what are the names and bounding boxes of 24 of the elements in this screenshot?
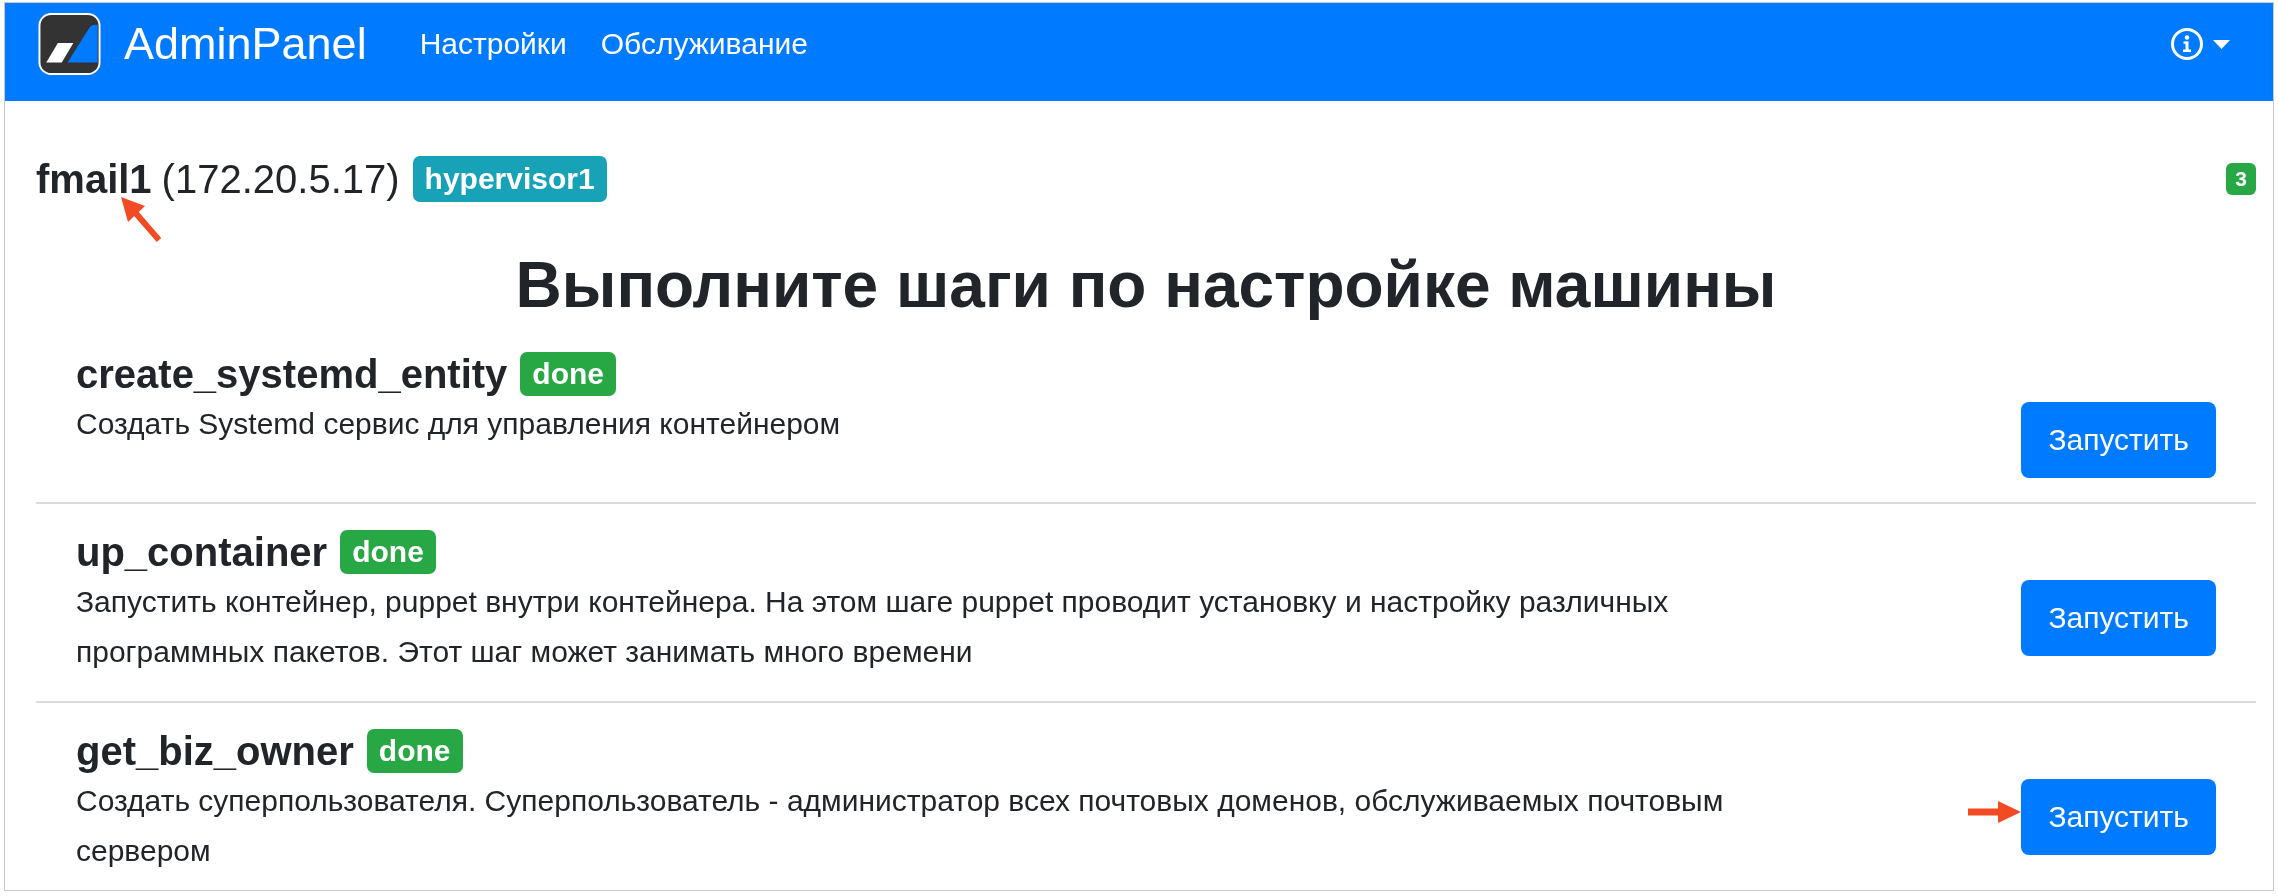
brand-link[interactable]: AdminPanel xyxy=(124,17,367,71)
count-badge: 3 xyxy=(2226,163,2256,195)
host-address: (172.20.5.17) xyxy=(161,159,400,199)
run-button[interactable]: Запустить xyxy=(2021,778,2216,855)
status-badge: done xyxy=(366,728,463,773)
logo-icon xyxy=(38,13,101,75)
step-description: Создать Systemd сервис для управления контейнером xyxy=(76,405,841,442)
run-button[interactable]: Запустить xyxy=(2021,579,2216,656)
step-description: Запустить контейнер, puppet внутри контейнера. На этом шаге puppet проводит установку и настройку различных программных пакетов. Этот шаг может занимать много времени xyxy=(76,583,1670,670)
step-title: create_systemd_entity xyxy=(76,350,508,398)
info-icon xyxy=(2171,28,2203,60)
status-badge: done xyxy=(340,529,436,574)
page-heading: Выполните шаги по настройке машины xyxy=(514,249,1778,323)
nav-link[interactable]: Настройки xyxy=(402,26,584,62)
host-name: fmail1 xyxy=(36,161,152,197)
step-title: get_biz_owner xyxy=(76,727,354,775)
info-dropdown[interactable] xyxy=(2171,28,2230,60)
step-description: Создать суперпользователя. Суперпользователь - администратор всех почтовых доменов, обслуживаемых почтовым сервером xyxy=(76,782,1725,869)
step-title: up_container xyxy=(76,528,328,576)
hypervisor-badge: hypervisor1 xyxy=(412,156,607,202)
status-badge: done xyxy=(520,351,617,396)
nav-link[interactable]: Обслуживание xyxy=(583,26,825,62)
run-button[interactable]: Запустить xyxy=(2021,401,2216,478)
caret-icon xyxy=(2213,39,2230,49)
